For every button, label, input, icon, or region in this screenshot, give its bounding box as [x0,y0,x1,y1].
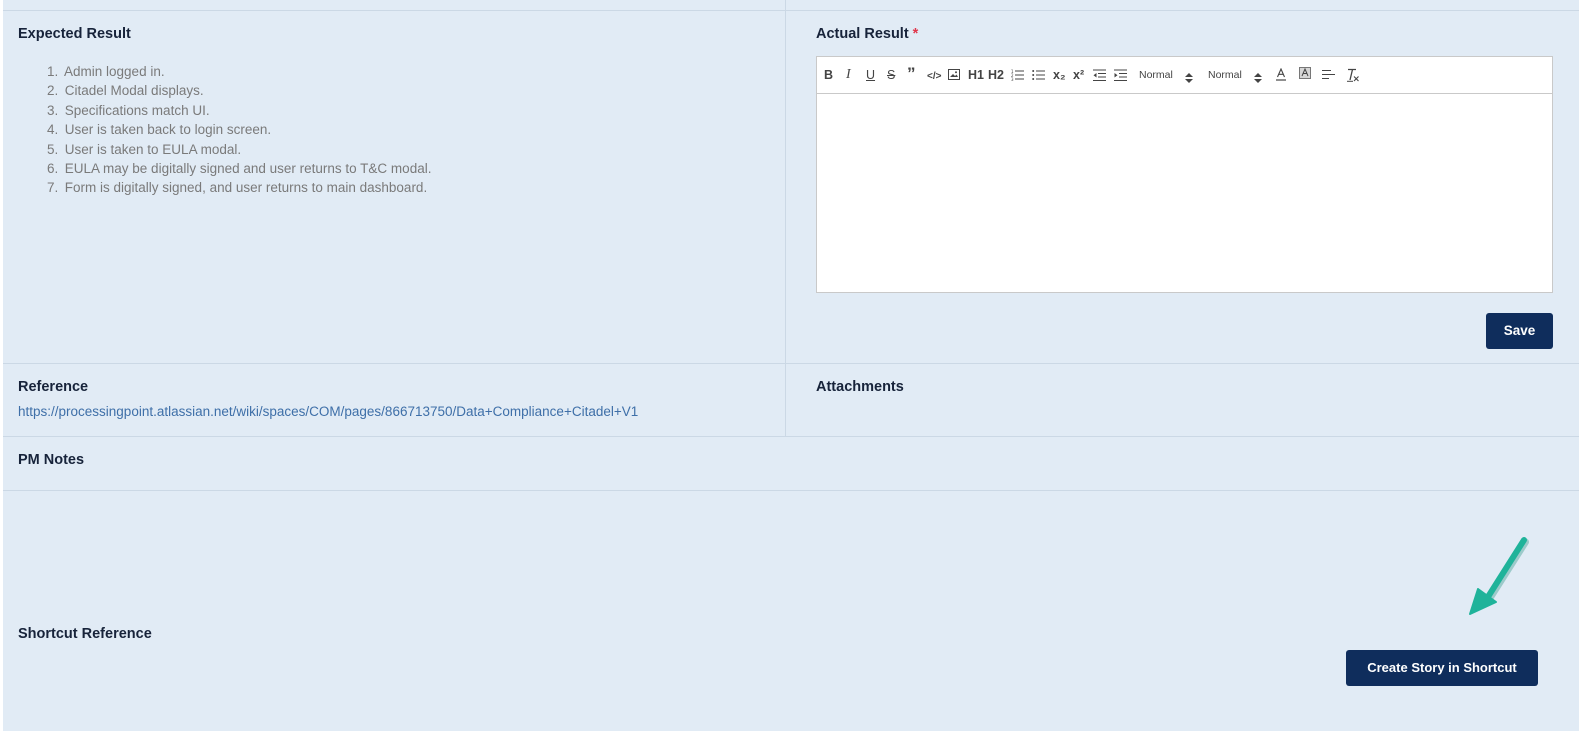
actual-result-label: Actual Result * [816,26,919,42]
strike-button[interactable]: S [887,67,895,83]
pm-notes-label: PM Notes [18,452,85,468]
code-button[interactable]: </> [927,69,941,85]
svg-text:3: 3 [1011,77,1014,81]
list-item: 2. Citadel Modal displays. [47,83,204,99]
ordered-list-button[interactable]: 123 [1011,69,1024,81]
chevron-up-down-icon [1185,73,1193,83]
image-button[interactable] [948,69,960,80]
italic-button[interactable]: I [846,67,851,83]
list-item: 6. EULA may be digitally signed and user… [47,160,432,176]
attachments-label: Attachments [816,379,904,395]
list-item: 3. Specifications match UI. [47,102,210,118]
reference-label: Reference [18,379,89,395]
chevron-up-down-icon [1254,73,1262,83]
h2-button[interactable]: H2 [988,67,1004,83]
list-item: 1. Admin logged in. [47,64,165,79]
bold-button[interactable]: B [824,67,833,83]
outdent-button[interactable] [1093,69,1106,81]
reference-link[interactable]: https://processingpoint.atlassian.net/wi… [18,404,638,419]
list-item: 5. User is taken to EULA modal. [47,141,242,157]
blockquote-button[interactable]: ” [907,65,916,82]
divider [3,10,1579,11]
expected-result-label: Expected Result [18,26,131,42]
save-button[interactable]: Save [1486,313,1553,349]
test-case-panel: Expected Result 1. Admin logged in. 2. C… [3,0,1579,731]
shortcut-reference-label: Shortcut Reference [18,626,152,642]
ordered-list-icon: 123 [1011,69,1024,81]
align-icon [1322,70,1335,79]
editor-content-area[interactable] [817,94,1552,292]
list-item: 7. Form is digitally signed, and user re… [47,180,428,196]
create-story-button[interactable]: Create Story in Shortcut [1346,650,1538,686]
background-color-button[interactable] [1299,67,1311,79]
actual-result-editor: B I U S ” </> H1 H2 123 x₂ x² Normal Nor… [816,56,1553,293]
clear-format-icon [1347,68,1359,82]
indent-icon [1114,69,1127,81]
required-marker: * [912,26,919,42]
font-color-button[interactable] [1275,68,1287,81]
clear-format-button[interactable] [1346,68,1360,82]
size-select[interactable]: Normal [1139,69,1173,81]
background-color-icon [1299,67,1311,79]
divider [3,363,1579,364]
list-item: 4. User is taken back to login screen. [47,122,272,138]
bullet-list-icon [1032,70,1045,80]
editor-toolbar: B I U S ” </> H1 H2 123 x₂ x² Normal Nor… [817,57,1552,94]
superscript-button[interactable]: x² [1073,67,1084,83]
arrow-annotation-icon [1469,537,1529,615]
align-button[interactable] [1322,69,1335,81]
outdent-icon [1093,69,1106,81]
divider [3,436,1579,437]
image-icon [948,69,960,80]
h1-button[interactable]: H1 [968,67,984,83]
underline-button[interactable]: U [866,67,875,83]
bullet-list-button[interactable] [1032,69,1045,81]
font-color-icon [1276,68,1286,81]
indent-button[interactable] [1114,69,1127,81]
expected-result-steps: 1. Admin logged in. 2. Citadel Modal dis… [47,62,431,198]
subscript-button[interactable]: x₂ [1053,67,1066,83]
column-divider [785,0,786,436]
header-select[interactable]: Normal [1208,69,1242,81]
divider [3,490,1579,491]
